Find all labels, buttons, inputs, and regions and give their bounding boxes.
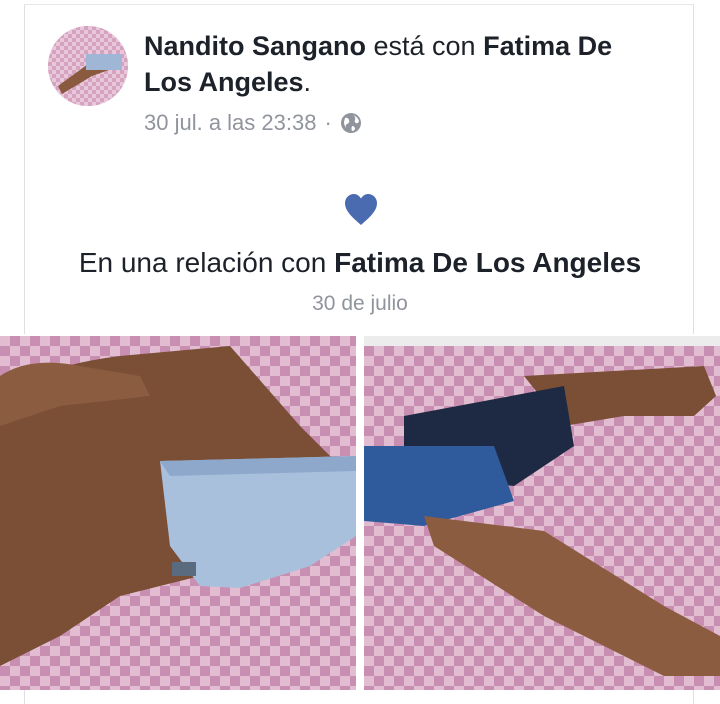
photo-left[interactable] xyxy=(0,336,356,690)
timestamp[interactable]: 30 jul. a las 23:38 xyxy=(144,110,316,136)
life-event-prefix: En una relación con xyxy=(78,247,335,278)
life-event-date: 30 de julio xyxy=(312,292,408,315)
author-name[interactable]: Nandito Sangano xyxy=(144,31,366,61)
post-header-text: Nandito Sangano está con Fatima De Los A… xyxy=(144,28,664,100)
avatar[interactable] xyxy=(48,26,128,106)
photo-right[interactable] xyxy=(364,336,720,690)
card-bottom-edge xyxy=(24,690,694,704)
globe-icon[interactable] xyxy=(340,112,362,134)
meta-separator: · xyxy=(324,110,332,135)
heart-icon xyxy=(343,192,379,228)
post-meta: 30 jul. a las 23:38 · xyxy=(144,110,362,136)
period: . xyxy=(303,67,312,97)
with-connector: está con xyxy=(366,31,484,61)
life-event-title: En una relación con Fatima De Los Angele… xyxy=(0,247,720,279)
partner-name[interactable]: Fatima De Los Angeles xyxy=(334,247,641,278)
